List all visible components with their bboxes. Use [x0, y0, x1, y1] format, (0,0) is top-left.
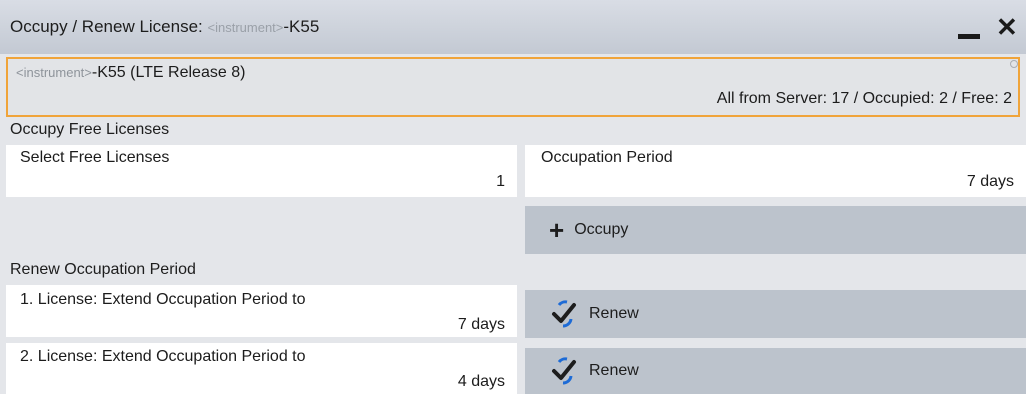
renew-button-1[interactable]: Renew	[525, 290, 1026, 338]
renew-row-1-label: 1. License: Extend Occupation Period to	[20, 291, 306, 308]
title-bar: Occupy / Renew License: <instrument>-K55	[0, 0, 1026, 54]
plus-icon: +	[549, 215, 565, 245]
renew-button-1-label: Renew	[589, 305, 639, 322]
close-icon[interactable]: ✕	[996, 14, 1018, 40]
occupation-period-value: 7 days	[966, 173, 1014, 190]
renew-row-2-value: 4 days	[457, 373, 505, 390]
renew-section-title: Renew Occupation Period	[10, 261, 196, 278]
renew-row-1-field[interactable]: 1. License: Extend Occupation Period to …	[6, 285, 517, 337]
license-product-row[interactable]: <instrument>-K55 (LTE Release 8) All fro…	[6, 57, 1020, 117]
product-instrument-placeholder: <instrument>	[16, 65, 92, 80]
renew-button-2-label: Renew	[589, 362, 639, 379]
select-free-licenses-label: Select Free Licenses	[20, 149, 170, 166]
occupy-button[interactable]: + Occupy	[525, 206, 1026, 254]
select-free-licenses-value: 1	[496, 173, 505, 190]
title-instrument-placeholder: <instrument>	[207, 20, 284, 35]
renew-button-2[interactable]: Renew	[525, 348, 1026, 394]
product-option-name: -K55 (LTE Release 8)	[91, 64, 246, 81]
title-prefix: Occupy / Renew License:	[10, 17, 203, 36]
occupation-period-field[interactable]: Occupation Period 7 days	[525, 145, 1026, 197]
minimize-icon[interactable]	[958, 34, 980, 39]
occupation-period-label: Occupation Period	[541, 149, 673, 166]
title-suffix: -K55	[283, 17, 320, 36]
product-name: <instrument>-K55 (LTE Release 8)	[16, 64, 245, 82]
occupy-button-label: Occupy	[574, 221, 629, 238]
license-dialog: Occupy / Renew License: <instrument>-K55…	[0, 0, 1026, 394]
renew-check-icon	[552, 300, 576, 328]
occupy-section-title: Occupy Free Licenses	[10, 121, 170, 138]
select-free-licenses-field[interactable]: Select Free Licenses 1	[6, 145, 517, 197]
corner-indicator-icon	[1010, 60, 1018, 68]
renew-row-1-value: 7 days	[457, 316, 505, 333]
renew-row-2-field[interactable]: 2. License: Extend Occupation Period to …	[6, 343, 517, 394]
dialog-title: Occupy / Renew License: <instrument>-K55	[10, 17, 319, 37]
renew-check-icon	[552, 357, 576, 385]
renew-row-2-label: 2. License: Extend Occupation Period to	[20, 348, 306, 365]
license-counts: All from Server: 17 / Occupied: 2 / Free…	[716, 90, 1012, 107]
